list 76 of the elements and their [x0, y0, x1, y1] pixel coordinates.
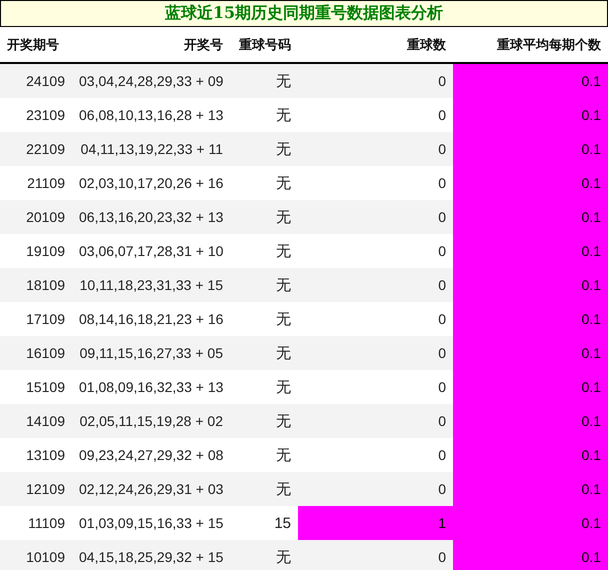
table-cell: 14109 [0, 404, 72, 438]
table-cell: 23109 [0, 98, 72, 132]
table-cell: 09,23,24,27,29,32 + 08 [72, 438, 230, 472]
table-cell: 08,14,16,18,21,23 + 16 [72, 302, 230, 336]
table-cell: 20109 [0, 200, 72, 234]
table-cell: 04,11,13,19,22,33 + 11 [72, 132, 230, 166]
table-cell: 0.1 [453, 200, 608, 234]
table-cell: 11109 [0, 506, 72, 540]
table-cell: 01,08,09,16,32,33 + 13 [72, 370, 230, 404]
table-cell: 01,03,09,15,16,33 + 15 [72, 506, 230, 540]
table-cell: 0 [298, 302, 453, 336]
table-cell: 0 [298, 472, 453, 506]
table-cell: 0.1 [453, 98, 608, 132]
table-cell: 0.1 [453, 404, 608, 438]
table-cell: 13109 [0, 438, 72, 472]
table-cell: 0 [298, 268, 453, 302]
table-cell: 10109 [0, 540, 72, 570]
table-cell: 02,12,24,26,29,31 + 03 [72, 472, 230, 506]
table-cell: 无 [230, 98, 298, 132]
table-cell: 0 [298, 132, 453, 166]
table-cell: 10,11,18,23,31,33 + 15 [72, 268, 230, 302]
table-cell: 0.1 [453, 234, 608, 268]
table-cell: 无 [230, 472, 298, 506]
table-cell: 03,06,07,17,28,31 + 10 [72, 234, 230, 268]
table-cell: 0.1 [453, 506, 608, 540]
table-cell: 22109 [0, 132, 72, 166]
table-cell: 0 [298, 404, 453, 438]
table-cell: 无 [230, 234, 298, 268]
table-cell: 无 [230, 200, 298, 234]
table-cell: 无 [230, 370, 298, 404]
table-cell: 0 [298, 200, 453, 234]
table-cell: 无 [230, 268, 298, 302]
table-cell: 1 [298, 506, 453, 540]
table-cell: 0.1 [453, 268, 608, 302]
table-cell: 无 [230, 166, 298, 200]
table-cell: 0 [298, 234, 453, 268]
table-cell: 09,11,15,16,27,33 + 05 [72, 336, 230, 370]
table-cell: 0 [298, 370, 453, 404]
table-cell: 无 [230, 63, 298, 98]
table-cell: 无 [230, 132, 298, 166]
table-cell: 无 [230, 404, 298, 438]
table-cell: 04,15,18,25,29,32 + 15 [72, 540, 230, 570]
table-cell: 02,05,11,15,19,28 + 02 [72, 404, 230, 438]
table-cell: 18109 [0, 268, 72, 302]
table-cell: 17109 [0, 302, 72, 336]
table-cell: 02,03,10,17,20,26 + 16 [72, 166, 230, 200]
table-cell: 0.1 [453, 438, 608, 472]
table-cell: 06,13,16,20,23,32 + 13 [72, 200, 230, 234]
table-cell: 0.1 [453, 472, 608, 506]
table-cell: 0 [298, 336, 453, 370]
table-cell: 0 [298, 98, 453, 132]
table-cell: 0.1 [453, 540, 608, 570]
table-cell: 19109 [0, 234, 72, 268]
table-cell: 16109 [0, 336, 72, 370]
chart-title: 蓝球近15期历史同期重号数据图表分析 [0, 0, 608, 27]
table-cell: 0 [298, 63, 453, 98]
table-cell: 0 [298, 438, 453, 472]
table-cell: 0.1 [453, 370, 608, 404]
table-cell: 12109 [0, 472, 72, 506]
table-cell: 0.1 [453, 336, 608, 370]
table-cell: 0.1 [453, 63, 608, 98]
table-cell: 无 [230, 438, 298, 472]
table-cell: 无 [230, 302, 298, 336]
table-cell: 03,04,24,28,29,33 + 09 [72, 63, 230, 98]
table-cell: 0.1 [453, 166, 608, 200]
table-cell: 06,08,10,13,16,28 + 13 [72, 98, 230, 132]
table-cell: 21109 [0, 166, 72, 200]
table-cell: 无 [230, 336, 298, 370]
table-cell: 24109 [0, 63, 72, 98]
table-cell: 0.1 [453, 132, 608, 166]
table-cell: 0.1 [453, 302, 608, 336]
table-cell: 0 [298, 166, 453, 200]
table-cell: 无 [230, 540, 298, 570]
table-cell: 0 [298, 540, 453, 570]
table-cell: 15 [230, 506, 298, 540]
table-cell: 15109 [0, 370, 72, 404]
